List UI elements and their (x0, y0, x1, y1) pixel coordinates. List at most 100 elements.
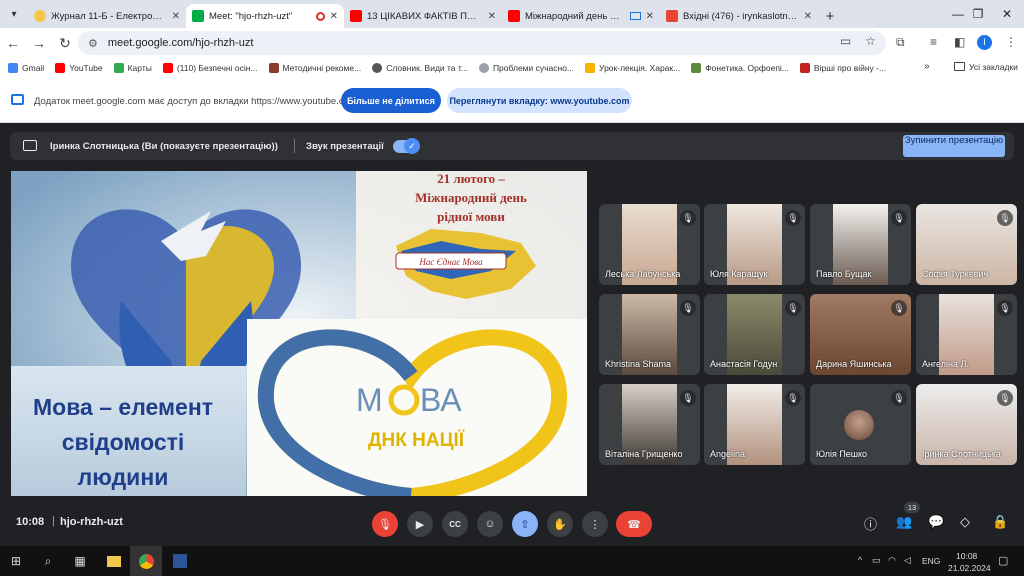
participant-tile[interactable]: 🎙 Павло Бущак (810, 204, 911, 285)
more-bookmarks-icon[interactable]: » (924, 61, 930, 72)
mic-off-icon: 🎙 (997, 300, 1013, 316)
menu-icon[interactable]: ⋮ (1005, 35, 1017, 49)
participant-tile[interactable]: 🎙 Юлія Пешко (810, 384, 911, 465)
activities-icon[interactable]: ◇ (960, 514, 970, 530)
tab-youtube-1[interactable]: 13 ЦІКАВИХ ФАКТІВ ПРО УКР ✕ (344, 4, 502, 28)
participant-tile[interactable]: 🎙 Леська Лабунська (599, 204, 700, 285)
tab-youtube-2[interactable]: Міжнародний день рідної ✕ (502, 4, 660, 28)
meeting-controls: 10:08 | hjo-rhzh-uzt 🎙 ▶ CC ☺ ⇧ ✋ ⋮ ☎ ⓘ … (0, 500, 1024, 546)
presentation-sound-toggle[interactable]: ✓ (393, 138, 420, 154)
volume-icon[interactable]: ◁ (904, 555, 911, 566)
bookmark-item[interactable]: YouTube (55, 63, 103, 73)
folder-icon (954, 62, 965, 71)
new-tab-button[interactable]: + (818, 4, 842, 28)
bookmark-item[interactable]: Словник. Види та т... (372, 63, 468, 73)
leave-call-button[interactable]: ☎ (616, 511, 652, 537)
media-controls-icon[interactable]: ≡ (930, 35, 937, 49)
extensions-icon[interactable]: ⧉ (896, 35, 905, 50)
presentation-sound-label: Звук презентації (306, 141, 384, 152)
tray-chevron-icon[interactable]: ^ (858, 555, 862, 565)
participant-tile[interactable]: 🎙 Ангеліна Л. (916, 294, 1017, 375)
file-explorer-icon[interactable] (98, 546, 130, 576)
camera-toggle-button[interactable]: ▶ (407, 511, 433, 537)
participant-tile[interactable]: 🎙 Анастасія Годун (704, 294, 805, 375)
tab-meet[interactable]: Meet: "hjo-rhzh-uzt" ✕ (186, 4, 344, 28)
stop-sharing-button[interactable]: Більше не ділитися (341, 88, 441, 113)
word-icon[interactable] (164, 546, 196, 576)
tab-search-icon[interactable]: ▾ (0, 0, 28, 28)
back-icon[interactable]: ← (0, 35, 26, 51)
meeting-info-icon[interactable]: ⓘ (864, 514, 877, 533)
navigation-bar: ← → ↻ ⚙ meet.google.com/hjo-rhzh-uzt ▭ ☆ (0, 28, 1024, 58)
bookmark-star-icon[interactable]: ☆ (865, 34, 876, 48)
windows-start-icon[interactable]: ⊞ (0, 546, 32, 576)
bookmark-item[interactable]: Карты (113, 63, 152, 73)
host-controls-icon[interactable]: 🔒 (992, 514, 1008, 530)
bookmark-item[interactable]: Методичні рекоме... (268, 63, 361, 73)
bookmark-item[interactable]: Фонетика. Орфоепі... (691, 63, 789, 73)
close-window-button[interactable]: ✕ (990, 0, 1024, 28)
stop-presenting-button[interactable]: Зупинити презентацію (903, 135, 1005, 157)
gmail-icon (666, 10, 678, 22)
participant-tile[interactable]: 🎙 Юля Каращук (704, 204, 805, 285)
more-options-button[interactable]: ⋮ (582, 511, 608, 537)
participant-tile[interactable]: 🎙 Іринка Слотницька (916, 384, 1017, 465)
address-bar[interactable]: ⚙ meet.google.com/hjo-rhzh-uzt ▭ ☆ (78, 31, 886, 55)
bookmark-item[interactable]: (110) Безпечні осін... (162, 63, 258, 73)
captions-button[interactable]: CC (442, 511, 468, 537)
site-info-icon[interactable]: ⚙ (88, 37, 98, 50)
reload-icon[interactable]: ↻ (52, 35, 78, 52)
close-tab-icon[interactable]: ✕ (330, 11, 338, 22)
language-indicator[interactable]: ENG (922, 556, 940, 566)
profile-avatar[interactable]: I (977, 35, 992, 50)
slide-phrase-line2: свідомості (62, 429, 185, 455)
raise-hand-button[interactable]: ✋ (547, 511, 573, 537)
participant-tile[interactable]: 🎙 Khristina Shama (599, 294, 700, 375)
present-button[interactable]: ⇧ (512, 511, 538, 537)
participant-tile[interactable]: 🎙 Віталіна Грищенко (599, 384, 700, 465)
site-icon (268, 63, 279, 73)
close-tab-icon[interactable]: ✕ (646, 11, 654, 22)
tab-gmail[interactable]: Вхідні (476) - irynkaslotnytska@ ✕ (660, 4, 818, 28)
bookmark-item[interactable]: Gmail (8, 63, 44, 73)
chrome-icon[interactable] (130, 546, 162, 576)
participant-name: Софія Туркевич (922, 269, 989, 279)
view-tab-button[interactable]: Переглянути вкладку: www.youtube.com (447, 88, 632, 113)
bookmark-item[interactable]: Вірші про війну -... (799, 63, 886, 73)
participant-tile[interactable]: 🎙 Софія Туркевич (916, 204, 1017, 285)
youtube-icon (350, 10, 362, 22)
participant-tile[interactable]: 🎙 Дарина Яшинська (810, 294, 911, 375)
bookmark-item[interactable]: Проблеми сучасно... (478, 63, 574, 73)
meeting-time: 10:08 (16, 516, 45, 528)
mic-off-icon: 🎙 (785, 390, 801, 406)
participant-name: Юлія Пешко (816, 449, 868, 459)
side-panel-icon[interactable]: ◧ (954, 35, 965, 49)
slide-title-line1: Міжнародний день (415, 190, 527, 205)
sharing-icon (629, 12, 641, 20)
close-tab-icon[interactable]: ✕ (804, 11, 812, 22)
notifications-icon[interactable]: ▢ (998, 554, 1008, 567)
chat-icon[interactable]: 💬 (928, 514, 944, 530)
reactions-button[interactable]: ☺ (477, 511, 503, 537)
task-view-icon[interactable]: ▦ (64, 546, 96, 576)
close-tab-icon[interactable]: ✕ (172, 11, 180, 22)
participant-tile[interactable]: 🎙 Angelina (704, 384, 805, 465)
tab-journal[interactable]: Журнал 11-Б - Електронні щоде ✕ (28, 4, 186, 28)
battery-icon[interactable]: ▭ (872, 555, 881, 566)
camera-icon[interactable]: ▭ (840, 34, 851, 48)
search-icon[interactable]: ⌕ (32, 546, 64, 576)
taskbar: ⊞ ⌕ ▦ ^ ▭ ◠ ◁ ENG 10:08 21.02.2024 ▢ (0, 546, 1024, 576)
bookmark-item[interactable]: Урок-лекція. Харак... (585, 63, 680, 73)
people-icon[interactable]: 👥 (896, 514, 912, 530)
all-bookmarks[interactable]: Усі закладки (969, 62, 1018, 72)
emoji-icon: ☺ (484, 518, 496, 530)
globe-icon (372, 63, 383, 73)
close-tab-icon[interactable]: ✕ (488, 11, 496, 22)
forward-icon[interactable]: → (26, 35, 52, 51)
avatar (844, 410, 874, 440)
mic-toggle-button[interactable]: 🎙 (372, 511, 398, 537)
tab-sharing-banner: Додаток meet.google.com має доступ до вк… (0, 78, 1024, 123)
check-icon: ✓ (404, 138, 420, 154)
network-icon[interactable]: ◠ (888, 555, 896, 566)
participant-name: Павло Бущак (816, 269, 872, 279)
